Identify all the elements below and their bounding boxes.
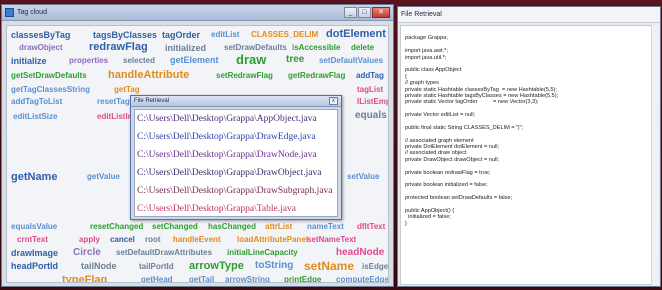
vertical-scrollbar[interactable] [651,25,659,285]
tag-item[interactable]: handleAttribute [108,69,189,81]
tag-item[interactable]: setDrawDefaults [224,43,287,52]
tag-item[interactable]: isAccessible [292,43,340,52]
tag-item[interactable]: crntText [17,235,48,244]
tag-item[interactable]: getName [11,171,57,183]
tag-item[interactable]: getValue [87,172,120,181]
tag-item[interactable]: tagList [357,85,383,94]
tag-item[interactable]: hasChanged [208,222,256,231]
file-list-item[interactable]: C:\Users\Dell\Desktop\Grappa\DrawEdge.ja… [135,128,337,146]
tag-item[interactable]: equals [355,110,387,121]
tag-item[interactable]: equalsValue [11,222,57,231]
tag-item[interactable]: dotElement [326,28,386,40]
tag-item[interactable]: nameText [307,222,344,231]
tag-item[interactable]: setDefaultDrawAttributes [116,248,212,257]
popup-title: File Retrieval [134,98,170,104]
popup-titlebar[interactable]: File Retrieval x [131,96,341,107]
tag-item[interactable]: getSetDrawDefaults [11,71,87,80]
tag-item[interactable]: getRedrawFlag [288,71,345,80]
tag-item[interactable]: editList [211,30,239,39]
tag-item[interactable]: headNode [336,247,384,258]
tag-item[interactable]: attrList [265,222,292,231]
tag-item[interactable]: delete [351,43,374,52]
tag-cloud-window: Tag cloud _ □ ✕ classesByTag tagsByClasse… [1,4,394,287]
tag-item[interactable]: CLASSES_DELIM [251,30,318,39]
file-list-item[interactable]: C:\Users\Dell\Desktop\Grappa\Table.java [135,200,337,218]
tag-item[interactable]: setRedrawFlag [216,71,273,80]
file-retrieval-popup: File Retrieval x C:\Users\Dell\Desktop\G… [130,95,342,220]
tag-cloud-title: Tag cloud [17,9,47,16]
file-list-item[interactable]: C:\Users\Dell\Desktop\Grappa\DrawSubgrap… [135,182,337,200]
tag-item[interactable]: getTagClassesString [11,85,90,94]
tag-item[interactable]: setChanged [152,222,198,231]
tag-item[interactable]: Circle [73,247,101,258]
tag-item[interactable]: arrowString [225,275,270,282]
code-viewer-titlebar[interactable]: File Retrieval [398,7,660,23]
file-list-item[interactable]: C:\Users\Dell\Desktop\Grappa\AppObject.j… [135,110,337,128]
tag-item[interactable]: tailPortId [139,262,174,271]
tag-item[interactable]: setDefaultValues [319,56,383,65]
tag-item[interactable]: selected [123,56,155,65]
tag-item[interactable]: editListIn [97,112,133,121]
tag-item[interactable]: addTag [356,71,384,80]
tag-item[interactable]: tailNode [81,261,117,271]
tag-item[interactable]: drawObject [19,43,63,52]
tag-item[interactable]: resetChanged [90,222,143,231]
file-list-item[interactable]: C:\Users\Dell\Desktop\Grappa\DrawObject.… [135,164,337,182]
tag-item[interactable]: getHead [141,275,173,282]
tag-item[interactable]: redrawFlag [89,41,148,53]
tag-cloud-titlebar[interactable]: Tag cloud _ □ ✕ [2,5,393,21]
popup-close-button[interactable]: x [329,97,338,105]
tag-item[interactable]: getTail [189,275,214,282]
maximize-button[interactable]: □ [358,7,371,18]
code-viewer-window: File Retrieval package Grappa; import jav… [397,6,661,287]
tag-item[interactable]: typeFlag [62,274,107,282]
tag-item[interactable]: resetTagL [97,97,135,106]
tag-item[interactable]: headPortId [11,261,58,271]
tag-item[interactable]: computeEdge [336,275,388,282]
tag-item[interactable]: arrowType [189,260,244,272]
tag-item[interactable]: loadAttributePanel [237,235,308,244]
tag-item[interactable]: editListSize [13,112,57,121]
tag-item[interactable]: tree [286,54,304,65]
tag-item[interactable]: IListEmpty [357,97,388,106]
tag-item[interactable]: isEdge [362,262,388,271]
tag-item[interactable]: cancel [110,235,135,244]
tag-item[interactable]: dfltText [357,222,385,231]
tag-item[interactable]: handleEvent [173,235,221,244]
tag-item[interactable]: drawImage [11,248,58,258]
tag-item[interactable]: root [145,235,161,244]
tag-item[interactable]: initialLineCapacity [227,248,298,257]
tag-item[interactable]: tagOrder [162,30,200,40]
app-icon [5,8,14,17]
tag-item[interactable]: classesByTag [11,30,70,40]
tag-item[interactable]: initialized [165,43,206,53]
tag-item[interactable]: getElement [170,55,219,65]
file-list: C:\Users\Dell\Desktop\Grappa\AppObject.j… [134,109,338,217]
tag-item[interactable]: getTag [114,85,140,94]
tag-item[interactable]: properties [69,56,108,65]
tag-item[interactable]: printEdge [284,275,321,282]
tag-item[interactable]: setValue [347,172,379,181]
minimize-button[interactable]: _ [344,7,357,18]
tag-item[interactable]: setName [304,259,354,273]
code-viewer-title: File Retrieval [401,11,442,18]
tag-item[interactable]: apply [79,235,100,244]
code-text-area[interactable]: package Grappa; import java.awt.*; import … [400,25,652,285]
desktop-background: Tag cloud _ □ ✕ classesByTag tagsByClasse… [0,0,662,290]
tag-item[interactable]: initialize [11,56,47,66]
code-line: } [405,220,407,227]
file-list-item[interactable]: C:\Users\Dell\Desktop\Grappa\DrawNode.ja… [135,146,337,164]
tag-item[interactable]: setNameText [307,235,356,244]
tag-item[interactable]: addTagToList [11,97,62,106]
close-button[interactable]: ✕ [372,7,390,18]
tag-item[interactable]: draw [236,52,266,67]
tag-item[interactable]: toString [255,260,293,271]
tag-item[interactable]: tagsByClasses [93,30,157,40]
